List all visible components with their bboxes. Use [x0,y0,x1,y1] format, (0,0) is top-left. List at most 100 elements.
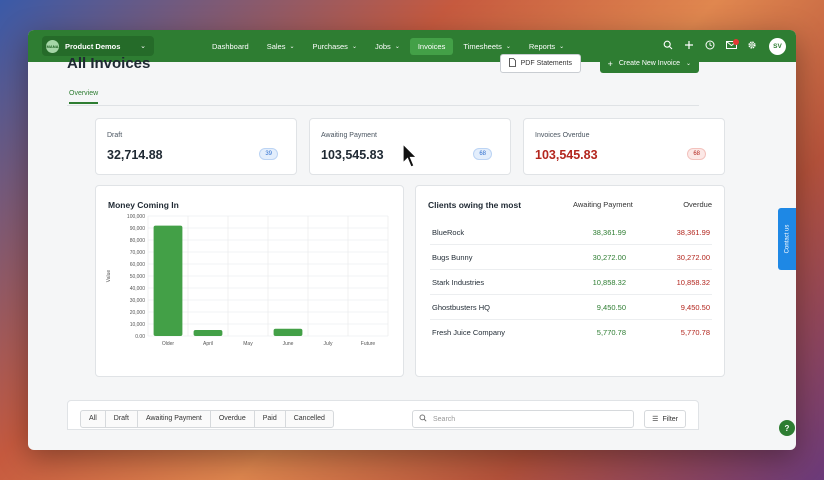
y-tick-label: 0.00 [135,334,145,340]
filter-tab-all[interactable]: All [81,411,106,427]
stat-label: Invoices Overdue [535,132,590,139]
y-tick-label: 20,000 [130,310,146,316]
stat-value: 103,545.83 [535,148,598,162]
mail-icon[interactable] [722,38,740,53]
status-filter-tabs: All Draft Awaiting Payment Overdue Paid Cance… [80,410,334,428]
money-coming-in-panel: Money Coming In 0.00 10,000 20,000 30,000 40… [95,185,404,377]
clock-icon[interactable] [701,40,719,53]
client-row[interactable]: BlueRock 38,361.99 38,361.99 [430,220,712,245]
awaiting-amount: 38,361.99 [592,228,626,237]
filter-tab-overdue[interactable]: Overdue [211,411,255,427]
count-badge: 68 [473,148,492,160]
tab-overview[interactable]: Overview [69,90,99,104]
x-tick-label: Future [361,341,376,347]
plus-icon: + [607,58,613,69]
y-tick-label: 90,000 [130,226,146,232]
count-badge: 68 [687,148,706,160]
search-placeholder: Search [433,415,456,423]
awaiting-amount: 5,770.78 [596,328,626,337]
x-tick-label: April [203,341,213,347]
filter-button[interactable]: ☰ Filter [644,410,686,428]
nav-item-label: Jobs [374,41,391,51]
search-input[interactable]: Search [412,410,634,428]
y-tick-label: 80,000 [130,238,146,244]
y-axis-label: Value [106,270,112,283]
create-invoice-label: Create New Invoice [618,60,680,67]
y-tick-label: 40,000 [130,286,146,292]
client-name: BlueRock [432,228,465,237]
y-tick-label: 50,000 [130,274,146,280]
awaiting-amount: 9,450.50 [596,303,626,312]
stat-label: Awaiting Payment [321,132,377,139]
chevron-down-icon: ⌄ [289,43,295,50]
chevron-down-icon: ⌄ [505,43,511,50]
client-name: Stark Industries [432,278,485,287]
gear-icon[interactable] [743,40,761,53]
filter-tab-awaiting-payment[interactable]: Awaiting Payment [138,411,211,427]
client-name: Bugs Bunny [432,253,473,262]
overdue-amount: 38,361.99 [676,228,710,237]
create-invoice-button[interactable]: + Create New Invoice ⌄ [599,54,699,73]
page-header: All Invoices PDF Statements + Create New… [67,52,699,76]
client-row[interactable]: Stark Industries 10,858.32 10,858.32 [430,270,712,295]
contact-us-label: Contact us [784,224,790,254]
client-row[interactable]: Fresh Juice Company 5,770.78 5,770.78 [430,320,712,345]
nav-item-label: Dashboard [212,41,249,51]
nav-item-label: Reports [528,41,556,51]
notification-dot [733,38,739,45]
filter-icon: ☰ [652,416,659,423]
panel-title: Money Coming In [108,200,179,210]
document-icon [508,58,516,69]
chevron-down-icon: ⌄ [351,43,357,50]
stat-label: Draft [107,132,123,139]
bar-older[interactable] [153,225,183,336]
col-header-awaiting: Awaiting Payment [573,200,633,209]
client-row[interactable]: Bugs Bunny 30,272.00 30,272.00 [430,245,712,270]
contact-us-tab[interactable]: Contact us [778,208,796,270]
bar-april[interactable] [193,330,223,336]
nav-item-label: Timesheets [463,41,502,51]
client-name: Ghostbusters HQ [432,303,490,312]
awaiting-amount: 10,858.32 [592,278,626,287]
nav-item-label: Purchases [312,41,348,51]
pdf-statements-button[interactable]: PDF Statements [499,54,581,73]
stat-value: 103,545.83 [321,148,384,162]
org-logo: MANA [46,39,59,53]
client-row[interactable]: Ghostbusters HQ 9,450.50 9,450.50 [430,295,712,320]
filter-tab-cancelled[interactable]: Cancelled [286,411,333,427]
filter-tab-paid[interactable]: Paid [255,411,286,427]
nav-item-label: Sales [266,41,286,51]
bar-june[interactable] [273,328,303,336]
overdue-amount: 9,450.50 [680,303,710,312]
plus-icon[interactable] [680,40,698,53]
page-title: All Invoices [67,55,151,72]
chevron-down-icon: ⌄ [394,43,400,50]
count-badge: 39 [259,148,278,160]
help-button[interactable]: ? [779,420,795,436]
stat-card-draft[interactable]: Draft 32,714.88 39 [95,118,297,175]
x-tick-label: Older [162,341,175,347]
search-icon[interactable] [659,40,677,53]
overdue-amount: 5,770.78 [680,328,710,337]
y-tick-label: 100,000 [127,214,145,220]
user-avatar[interactable]: SV [769,37,786,55]
x-tick-label: May [243,341,253,347]
col-header-overdue: Overdue [683,200,712,209]
search-icon [419,414,427,424]
stat-card-overdue[interactable]: Invoices Overdue 103,545.83 68 [523,118,725,175]
chevron-down-icon: ⌄ [685,61,691,67]
x-tick-label: July [324,341,333,347]
awaiting-amount: 30,272.00 [592,253,626,262]
invoice-list-toolbar: All Draft Awaiting Payment Overdue Paid Cance… [67,400,699,430]
money-chart: 0.00 10,000 20,000 30,000 40,000 50,000 60,000… [106,214,389,347]
org-name: Product Demos [65,41,121,51]
y-tick-label: 10,000 [130,322,146,328]
overdue-amount: 30,272.00 [676,253,710,262]
y-tick-label: 70,000 [130,250,146,256]
y-tick-label: 30,000 [130,298,146,304]
filter-tab-draft[interactable]: Draft [106,411,138,427]
client-name: Fresh Juice Company [432,328,505,337]
x-tick-label: June [283,341,294,347]
y-tick-label: 60,000 [130,262,146,268]
overdue-amount: 10,858.32 [676,278,710,287]
